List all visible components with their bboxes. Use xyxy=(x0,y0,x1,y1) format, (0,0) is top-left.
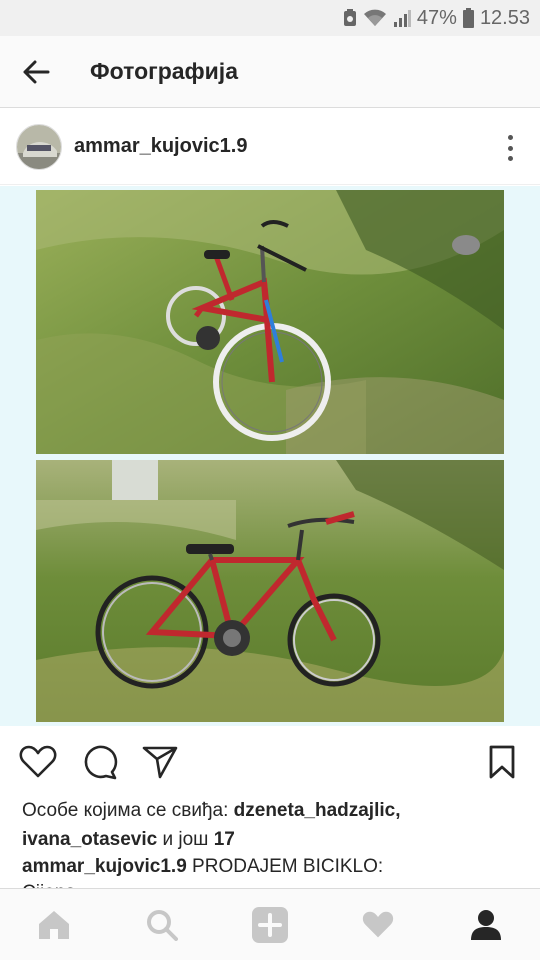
post-header: ammar_kujovic1.9 xyxy=(0,109,540,185)
share-button[interactable] xyxy=(140,742,180,782)
like-button[interactable] xyxy=(18,742,58,782)
wifi-icon xyxy=(363,9,387,27)
avatar[interactable] xyxy=(16,123,62,170)
caption-username[interactable]: ammar_kujovic1.9 xyxy=(22,856,187,877)
bottom-nav xyxy=(0,888,540,960)
post-actions xyxy=(0,738,540,784)
post-caption: ammar_kujovic1.9 PRODAJEM BICIKLO: xyxy=(22,853,522,881)
signal-icon xyxy=(393,9,411,27)
likes-prefix: Особе којима се свиђа: xyxy=(22,800,234,821)
back-button[interactable] xyxy=(0,36,72,108)
more-options-icon[interactable] xyxy=(506,135,514,161)
home-icon xyxy=(39,911,69,939)
profile-icon xyxy=(471,910,501,940)
likes-middle: и још xyxy=(157,829,214,850)
nav-add[interactable] xyxy=(252,907,288,943)
page-title: Фотографија xyxy=(90,58,238,84)
nav-home[interactable] xyxy=(36,907,72,943)
liker-1[interactable]: dzeneta_hadzajlic, xyxy=(234,800,401,821)
likes-count[interactable]: 17 xyxy=(214,829,235,850)
post-photo[interactable] xyxy=(0,186,540,726)
bookmark-button[interactable] xyxy=(482,742,522,782)
app-bar: Фотографија xyxy=(0,36,540,108)
arrow-left-icon xyxy=(23,60,50,83)
battery-icon xyxy=(462,8,474,28)
heart-icon xyxy=(19,745,57,778)
search-icon xyxy=(147,910,178,941)
liker-2[interactable]: ivana_otasevic xyxy=(22,829,157,850)
likes-text: Особе којима се свиђа: dzeneta_hadzajlic… xyxy=(22,796,522,854)
clock: 12.53 xyxy=(479,6,530,29)
add-icon xyxy=(252,907,288,943)
status-bar: 47% 12.53 xyxy=(0,0,540,36)
activity-icon xyxy=(362,911,394,938)
bike-photo-bottom xyxy=(36,460,504,722)
caption-text: PRODAJEM BICIKLO: xyxy=(186,856,384,877)
share-icon xyxy=(142,746,178,779)
battery-percent: 47% xyxy=(416,6,457,29)
bike-photo-top xyxy=(36,190,504,454)
nav-search[interactable] xyxy=(144,907,180,943)
post-username[interactable]: ammar_kujovic1.9 xyxy=(74,135,247,158)
comment-icon xyxy=(84,745,118,780)
comment-button[interactable] xyxy=(80,742,120,782)
nav-activity[interactable] xyxy=(360,907,396,943)
bookmark-icon xyxy=(489,745,515,779)
notification-icon xyxy=(343,9,357,27)
nav-profile[interactable] xyxy=(468,907,504,943)
